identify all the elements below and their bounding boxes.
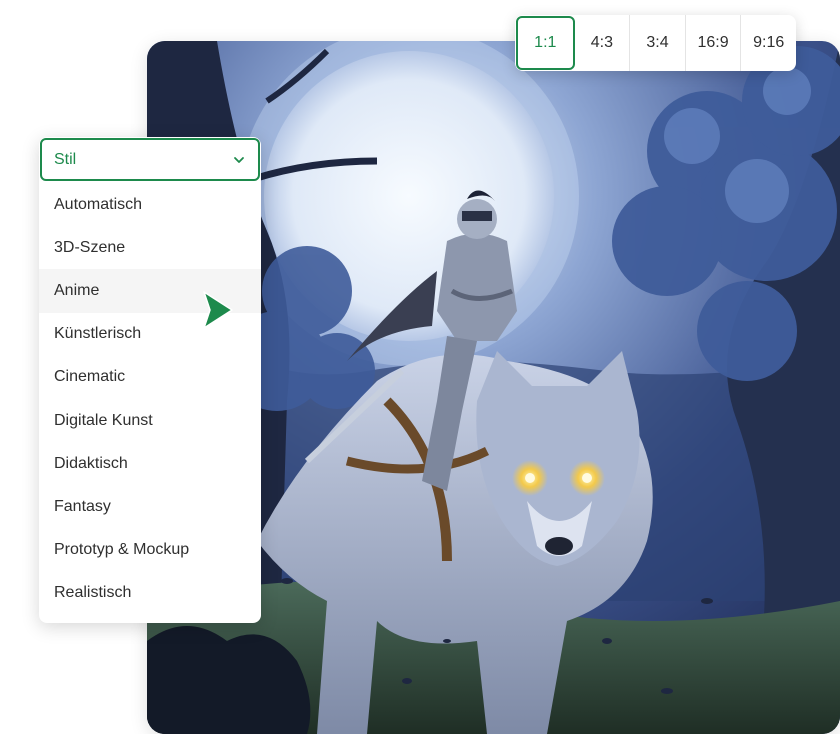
style-dropdown: Stil Automatisch 3D-Szene Anime Künstler… [39, 137, 261, 623]
style-option-didaktisch[interactable]: Didaktisch [39, 442, 261, 485]
aspect-ratio-16-9-button[interactable]: 16:9 [684, 15, 741, 71]
style-options-list: Automatisch 3D-Szene Anime Künstlerisch … [39, 183, 261, 615]
style-option-prototyp-mockup[interactable]: Prototyp & Mockup [39, 529, 261, 572]
style-dropdown-toggle[interactable]: Stil [40, 138, 260, 181]
pointer-arrow-icon [201, 290, 235, 330]
style-dropdown-label: Stil [54, 150, 77, 168]
style-option-cinematic[interactable]: Cinematic [39, 356, 261, 399]
aspect-ratio-4-3-button[interactable]: 4:3 [575, 15, 630, 71]
style-option-realistisch[interactable]: Realistisch [39, 572, 261, 615]
chevron-down-icon [232, 153, 246, 167]
style-option-3d-szene[interactable]: 3D-Szene [39, 226, 261, 269]
aspect-ratio-1-1-button[interactable]: 1:1 [516, 16, 575, 70]
aspect-ratio-3-4-button[interactable]: 3:4 [629, 15, 685, 71]
aspect-ratio-selector: 1:1 4:3 3:4 16:9 9:16 [515, 15, 796, 71]
aspect-ratio-9-16-button[interactable]: 9:16 [740, 15, 796, 71]
style-option-automatisch[interactable]: Automatisch [39, 183, 261, 226]
style-option-digitale-kunst[interactable]: Digitale Kunst [39, 399, 261, 442]
style-option-fantasy[interactable]: Fantasy [39, 485, 261, 528]
